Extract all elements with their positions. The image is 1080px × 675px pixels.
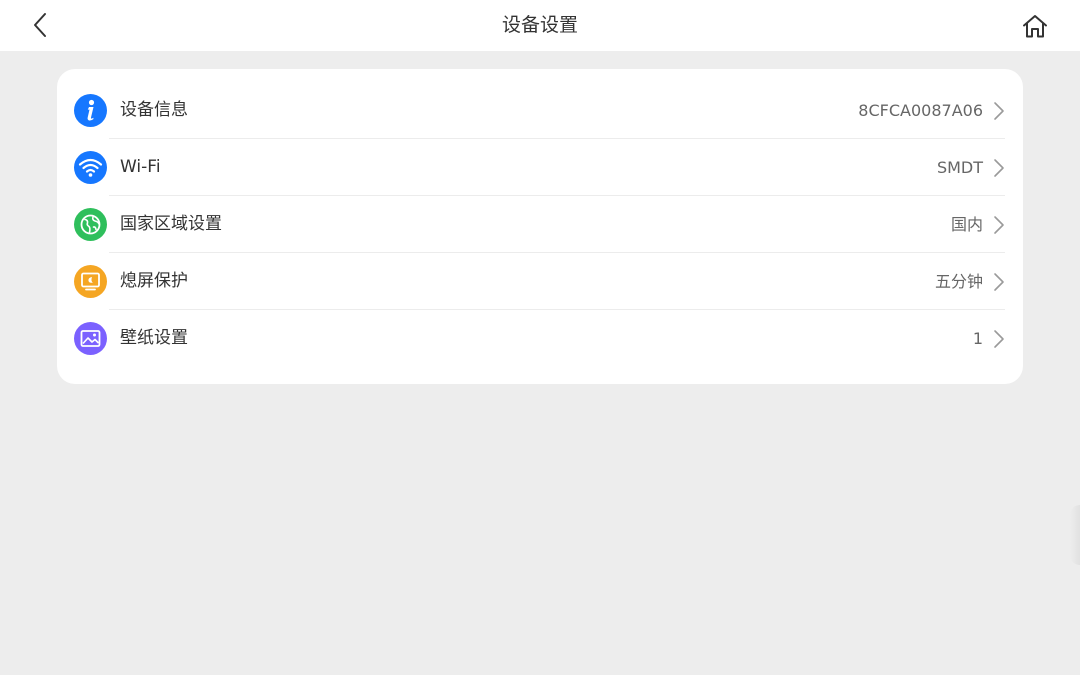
- settings-row-label: 壁纸设置: [120, 328, 188, 348]
- info-icon: [74, 94, 107, 127]
- settings-row-value: 五分钟: [934, 272, 983, 291]
- settings-row-label: 设备信息: [120, 100, 188, 120]
- settings-row-wifi[interactable]: Wi-Fi SMDT: [57, 139, 1023, 196]
- settings-card: 设备信息 8CFCA0087A06 Wi-Fi SMDT 国家区域设置 国内 熄…: [57, 69, 1023, 384]
- wifi-icon: [74, 151, 107, 184]
- settings-row-value: 1: [972, 329, 983, 348]
- settings-row-value: 8CFCA0087A06: [858, 101, 983, 120]
- home-icon: [1023, 15, 1047, 38]
- home-button[interactable]: [1015, 6, 1055, 46]
- settings-row-screensaver[interactable]: 熄屏保护 五分钟: [57, 253, 1023, 310]
- settings-row-value: 国内: [950, 215, 983, 234]
- chevron-right-icon: [994, 159, 1004, 177]
- chevron-right-icon: [994, 216, 1004, 234]
- chevron-right-icon: [994, 273, 1004, 291]
- settings-row-label: Wi-Fi: [120, 157, 161, 177]
- chevron-right-icon: [994, 102, 1004, 120]
- globe-icon: [74, 208, 107, 241]
- back-button[interactable]: [22, 6, 58, 44]
- top-bar: 设备设置: [0, 0, 1080, 51]
- settings-row-label: 国家区域设置: [120, 214, 222, 234]
- chevron-left-icon: [34, 13, 46, 37]
- settings-row-region[interactable]: 国家区域设置 国内: [57, 196, 1023, 253]
- settings-row-wallpaper[interactable]: 壁纸设置 1: [57, 310, 1023, 367]
- screensaver-icon: [74, 265, 107, 298]
- page-title: 设备设置: [501, 14, 578, 36]
- chevron-right-icon: [994, 330, 1004, 348]
- settings-row-device-info[interactable]: 设备信息 8CFCA0087A06: [57, 82, 1023, 139]
- settings-row-label: 熄屏保护: [120, 271, 188, 291]
- settings-row-value: SMDT: [936, 158, 983, 177]
- edge-handle: [1070, 505, 1080, 565]
- image-icon: [74, 322, 107, 355]
